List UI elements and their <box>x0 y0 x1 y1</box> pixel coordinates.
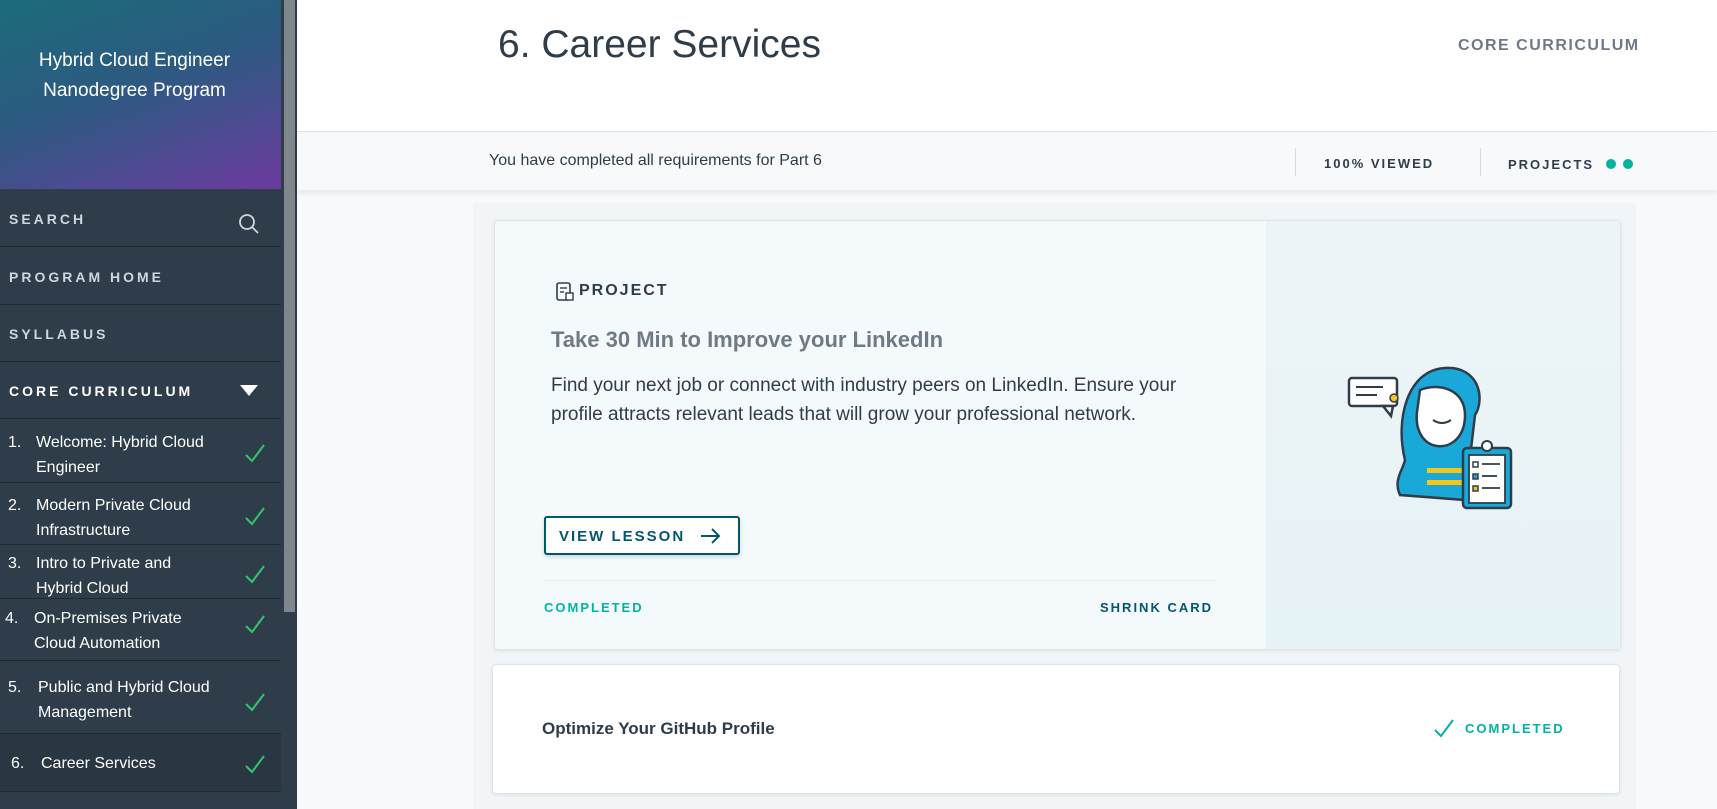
lesson-title-line1: Public and Hybrid Cloud <box>38 679 210 696</box>
lesson-number: 5. <box>8 679 22 696</box>
lesson-number: 4. <box>5 610 19 627</box>
lesson-title-line2: Infrastructure <box>36 522 131 539</box>
lesson-title-line2: Cloud Automation <box>34 635 161 652</box>
project-status-label: COMPLETED <box>544 600 644 615</box>
core-curriculum-label: CORE CURRICULUM <box>9 383 194 399</box>
sidebar-lesson-2[interactable]: 2. Modern Private Cloud Infrastructure <box>0 483 281 545</box>
lesson-title: Welcome: Hybrid Cloud Engineer <box>36 430 226 480</box>
projects-status: PROJECTS <box>1508 157 1595 172</box>
lesson-title-line1: Intro to Private and <box>36 555 172 572</box>
viewed-status: 100% VIEWED <box>1324 156 1435 171</box>
check-icon <box>245 755 265 774</box>
lesson-title-line1: On-Premises Private <box>34 610 182 627</box>
lesson-title-line1: Career Services <box>41 755 156 772</box>
sidebar-item-syllabus[interactable]: SYLLABUS <box>0 305 281 362</box>
check-icon <box>245 615 265 634</box>
syllabus-label: SYLLABUS <box>9 326 109 342</box>
lesson-title: On-Premises Private Cloud Automation <box>34 606 224 656</box>
lesson-title: Intro to Private and Hybrid Cloud <box>36 551 226 601</box>
sidebar-scroll-thumb[interactable] <box>284 0 295 612</box>
card-divider <box>544 580 1216 581</box>
lesson-title-line2: Management <box>38 704 132 721</box>
lesson-title-line1: Welcome: Hybrid Cloud <box>36 434 204 451</box>
sidebar-lesson-1[interactable]: 1. Welcome: Hybrid Cloud Engineer <box>0 420 281 483</box>
search-icon[interactable] <box>238 213 260 235</box>
sidebar-item-core-curriculum[interactable]: CORE CURRICULUM <box>0 362 281 419</box>
check-icon <box>1434 719 1454 738</box>
project-title: Take 30 Min to Improve your LinkedIn <box>551 327 944 352</box>
project-complete-dot <box>1606 159 1616 169</box>
lesson-title: Career Services <box>41 751 231 776</box>
check-icon <box>245 693 265 712</box>
lesson-title-line1: Modern Private Cloud <box>36 497 191 514</box>
sidebar-lesson-4[interactable]: 4. On-Premises Private Cloud Automation <box>0 599 281 661</box>
chevron-down-icon[interactable] <box>240 385 258 396</box>
sidebar-item-program-home[interactable]: PROGRAM HOME <box>0 248 281 305</box>
project-type-label: PROJECT <box>579 282 669 299</box>
program-title[interactable]: Hybrid Cloud Engineer Nanodegree Program <box>18 46 251 106</box>
lesson-number: 1. <box>8 434 22 451</box>
sidebar-header: Hybrid Cloud Engineer Nanodegree Program <box>0 0 281 189</box>
project-complete-dot <box>1623 159 1633 169</box>
view-lesson-label: VIEW LESSON <box>559 528 686 545</box>
view-lesson-button[interactable]: VIEW LESSON <box>544 516 740 555</box>
github-card-title[interactable]: Optimize Your GitHub Profile <box>542 719 775 739</box>
divider <box>1295 148 1296 176</box>
github-card-status: COMPLETED <box>1465 721 1565 736</box>
sidebar-lesson-3[interactable]: 3. Intro to Private and Hybrid Cloud <box>0 545 281 599</box>
project-description: Find your next job or connect with indus… <box>551 375 1177 425</box>
lesson-number: 2. <box>8 497 22 514</box>
sidebar-lesson-6[interactable]: 6. Career Services <box>0 734 281 792</box>
check-icon <box>245 565 265 584</box>
lesson-title-line2: Engineer <box>36 459 101 476</box>
program-home-label: PROGRAM HOME <box>9 269 164 285</box>
status-message: You have completed all requirements for … <box>489 152 822 169</box>
search-label: SEARCH <box>9 211 87 227</box>
sidebar-lesson-5[interactable]: 5. Public and Hybrid Cloud Management <box>0 661 281 734</box>
program-title-line2: Nanodegree Program <box>43 80 226 101</box>
program-title-line1: Hybrid Cloud Engineer <box>38 50 231 71</box>
project-icon <box>556 282 574 301</box>
linkedin-illustration <box>1347 366 1513 510</box>
lesson-number: 6. <box>11 755 25 772</box>
shrink-card-button[interactable]: SHRINK CARD <box>1100 600 1213 615</box>
lesson-title-line2: Hybrid Cloud <box>36 580 129 597</box>
section-label: CORE CURRICULUM <box>1458 37 1640 54</box>
page-title: 6. Career Services <box>498 23 821 66</box>
lesson-number: 3. <box>8 555 22 572</box>
check-icon <box>245 507 265 526</box>
divider <box>1480 148 1481 176</box>
check-icon <box>245 444 265 463</box>
lesson-title: Modern Private Cloud Infrastructure <box>36 493 226 543</box>
lesson-title: Public and Hybrid Cloud Management <box>38 675 228 725</box>
arrow-right-icon <box>701 528 721 544</box>
